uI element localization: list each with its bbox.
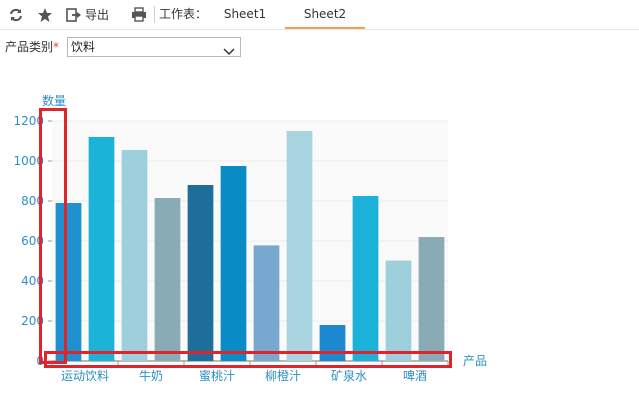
required-mark: * [53, 40, 60, 54]
toolbar: 导出 工作表： Sheet1 Sheet2 [0, 0, 639, 30]
y-axis-highlight-box [39, 108, 67, 364]
tab-sheet1[interactable]: Sheet1 [205, 0, 285, 28]
x-axis-highlight-box [44, 351, 452, 368]
bar [88, 137, 115, 361]
bar [253, 245, 280, 361]
bar [154, 198, 181, 361]
chevron-down-icon [223, 42, 235, 61]
x-tick-label: 矿泉水 [331, 369, 367, 383]
x-axis-label: 产品 [463, 354, 487, 368]
x-tick-label: 蜜桃汁 [199, 368, 235, 383]
export-icon [66, 7, 82, 22]
bar [286, 131, 313, 361]
product-category-value: 饮料 [71, 40, 96, 54]
worksheet-label: 工作表： [159, 7, 208, 21]
toolbar-divider [154, 6, 155, 23]
filter-label-text: 产品类别 [5, 40, 54, 54]
refresh-icon[interactable] [6, 0, 26, 29]
x-tick-label: 运动饮料 [61, 369, 109, 383]
product-category-select[interactable]: 饮料 [67, 37, 241, 57]
x-tick-label: 啤酒 [403, 368, 427, 383]
print-icon[interactable] [128, 0, 150, 29]
bar [352, 196, 379, 361]
bar [187, 185, 214, 361]
export-label: 导出 [85, 8, 110, 22]
bar [220, 166, 247, 361]
bar [418, 237, 445, 361]
filter-label: 产品类别* [5, 40, 59, 54]
bar [121, 150, 148, 361]
star-icon[interactable] [35, 0, 55, 29]
y-axis-label: 数量 [42, 93, 66, 108]
x-tick-label: 柳橙汁 [265, 368, 301, 383]
x-tick-label: 牛奶 [139, 368, 163, 383]
bar [385, 260, 412, 361]
export-button[interactable]: 导出 [66, 0, 114, 29]
tab-sheet2[interactable]: Sheet2 [285, 0, 365, 29]
